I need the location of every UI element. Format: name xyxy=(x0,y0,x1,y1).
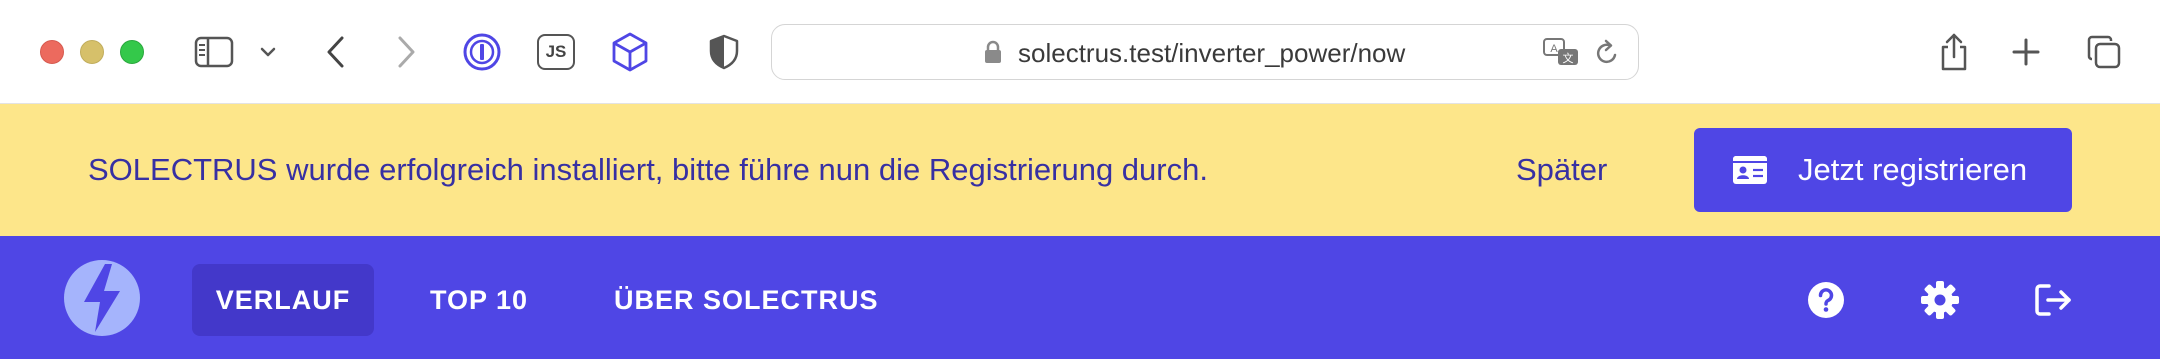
register-button[interactable]: Jetzt registrieren xyxy=(1694,128,2072,212)
js-extension-label: JS xyxy=(537,34,575,70)
banner-message: SOLECTRUS wurde erfolgreich installiert,… xyxy=(88,152,1208,187)
register-button-label: Jetzt registrieren xyxy=(1798,152,2028,187)
id-card-icon xyxy=(1733,156,1767,184)
forward-icon[interactable] xyxy=(382,28,430,76)
new-tab-icon[interactable] xyxy=(2002,28,2050,76)
zoom-window-button[interactable] xyxy=(120,40,144,64)
lock-icon xyxy=(985,40,1001,63)
reload-icon[interactable] xyxy=(1594,39,1620,67)
help-icon[interactable] xyxy=(1802,276,1850,324)
later-link[interactable]: Später xyxy=(1516,104,1607,236)
nav-item-top10[interactable]: TOP 10 xyxy=(430,264,528,336)
translate-icon[interactable]: A文 xyxy=(1542,37,1580,67)
gear-icon[interactable] xyxy=(1916,276,1964,324)
nav-item-verlauf[interactable]: VERLAUF xyxy=(192,264,374,336)
privacy-shield-icon[interactable] xyxy=(700,28,748,76)
back-icon[interactable] xyxy=(312,28,360,76)
password-manager-extension-icon[interactable] xyxy=(458,28,506,76)
cube-extension-icon[interactable] xyxy=(606,28,654,76)
svg-text:文: 文 xyxy=(1563,51,1574,65)
svg-text:A: A xyxy=(1550,43,1558,55)
logout-icon[interactable] xyxy=(2030,276,2078,324)
url-text: solectrus.test/inverter_power/now xyxy=(1018,38,1406,68)
tab-overview-icon[interactable] xyxy=(2080,28,2128,76)
registration-banner: SOLECTRUS wurde erfolgreich installiert,… xyxy=(0,104,2160,236)
js-extension-icon[interactable]: JS xyxy=(532,28,580,76)
browser-toolbar: JS solectrus.test/inverter_power/now A文 xyxy=(0,0,2160,104)
nav-item-ueber-solectrus[interactable]: ÜBER SOLECTRUS xyxy=(614,264,879,336)
minimize-window-button[interactable] xyxy=(80,40,104,64)
solectrus-logo-icon[interactable] xyxy=(62,258,142,338)
address-bar[interactable]: solectrus.test/inverter_power/now A文 xyxy=(771,24,1639,80)
share-icon[interactable] xyxy=(1930,28,1978,76)
sidebar-toggle-icon[interactable] xyxy=(190,28,238,76)
app-navigation: VERLAUF TOP 10 ÜBER SOLECTRUS xyxy=(0,236,2160,359)
chevron-down-icon[interactable] xyxy=(252,28,284,76)
close-window-button[interactable] xyxy=(40,40,64,64)
